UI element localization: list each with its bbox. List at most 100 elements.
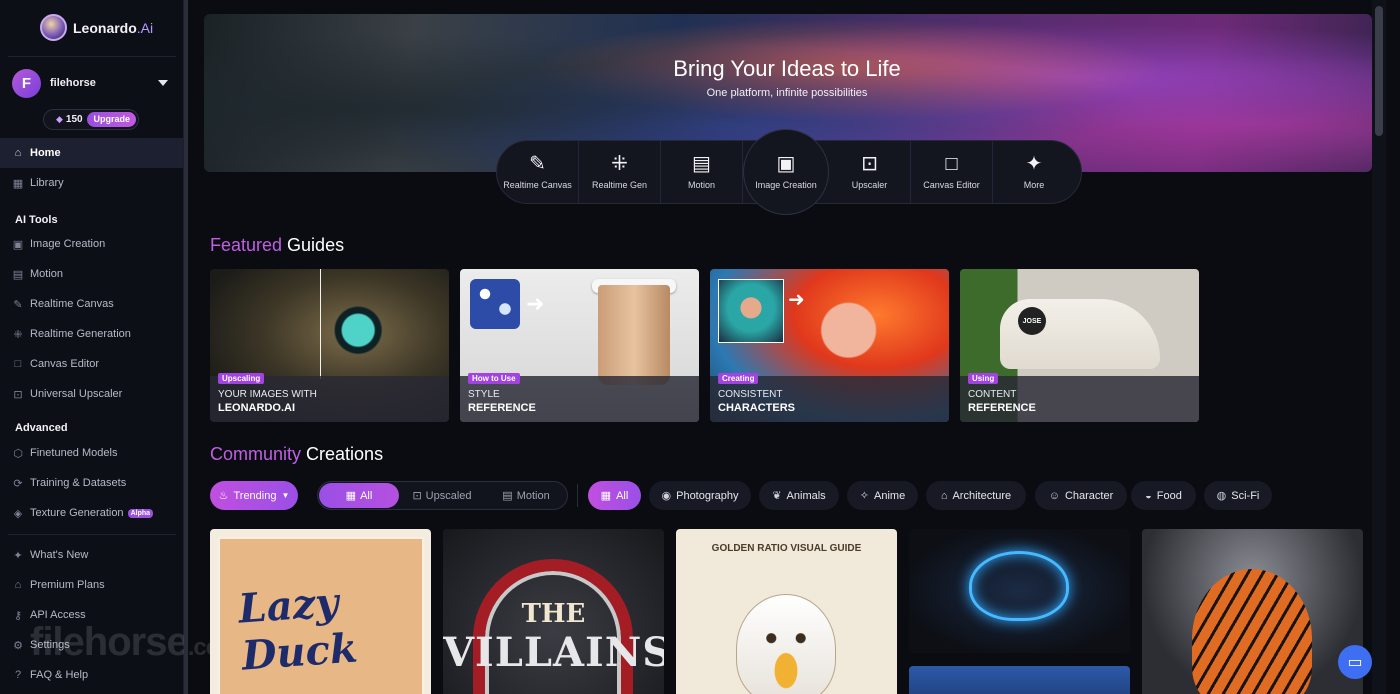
sidebar-item-texture-generation[interactable]: ◈ Texture Generation Alpha: [0, 498, 183, 528]
person-icon: ☺: [1048, 489, 1060, 502]
guide-line1: CONSISTENT: [718, 389, 783, 400]
upscaler-icon: ⊡: [861, 153, 878, 175]
brush-icon: ✎: [13, 298, 23, 311]
brand-logo[interactable]: Leonardo.Ai: [40, 14, 153, 41]
creation-card[interactable]: THE VILLAINS: [443, 529, 664, 694]
tool-upscaler[interactable]: ⊡ Upscaler: [829, 141, 911, 203]
token-balance[interactable]: ◆ 150 Upgrade: [43, 109, 139, 130]
tool-label: Canvas Editor: [923, 180, 980, 190]
guide-line2: REFERENCE: [468, 402, 536, 414]
tool-more[interactable]: ✦ More: [993, 141, 1075, 203]
upgrade-button[interactable]: Upgrade: [87, 112, 136, 127]
sidebar-item-label: Finetuned Models: [30, 447, 118, 459]
card-image: [1192, 569, 1312, 694]
card-image: [736, 594, 836, 694]
category-label: Anime: [874, 489, 906, 502]
sidebar-item-library[interactable]: ▦ Library: [0, 168, 183, 198]
segment-motion[interactable]: ▤ Motion: [486, 483, 566, 508]
tool-realtime-canvas[interactable]: ✎ Realtime Canvas: [497, 141, 579, 203]
category-food[interactable]: ◒ Food: [1131, 481, 1196, 510]
alien-icon: ◍: [1216, 490, 1227, 502]
guide-line2: REFERENCE: [968, 402, 1036, 414]
sidebar-item-training-datasets[interactable]: ⟳ Training & Datasets: [0, 468, 183, 498]
creation-card[interactable]: [909, 666, 1130, 694]
canvas-editor-icon: □: [945, 153, 958, 175]
sidebar-item-label: Texture Generation: [30, 507, 124, 519]
category-sci-fi[interactable]: ◍ Sci-Fi: [1204, 481, 1272, 510]
character-thumbnail: [718, 279, 784, 343]
category-animals[interactable]: ❦ Animals: [759, 481, 839, 510]
media-type-toggle: ▦ All ⊡ Upscaled ▤ Motion: [317, 481, 568, 510]
sort-dropdown[interactable]: ♨ Trending ▼: [210, 481, 298, 510]
tool-realtime-gen[interactable]: ⁜ Realtime Gen: [579, 141, 661, 203]
hero-title: Bring Your Ideas to Life: [673, 56, 901, 81]
guide-card-content-reference[interactable]: JOSE Using CONTENT REFERENCE: [960, 269, 1199, 422]
segment-all[interactable]: ▦ All: [319, 483, 399, 508]
category-character[interactable]: ☺ Character: [1035, 481, 1127, 510]
upscaler-icon: ⊡: [412, 490, 422, 502]
scrollbar-thumb[interactable]: [1375, 6, 1383, 136]
main-content: Bring Your Ideas to Life One platform, i…: [190, 0, 1386, 694]
community-creations-title: Community Creations: [210, 444, 384, 464]
user-menu[interactable]: F filehorse: [12, 68, 172, 98]
leonardo-logo-icon: [40, 14, 67, 41]
creation-card[interactable]: [1142, 529, 1363, 694]
sidebar-item-whats-new[interactable]: ✦ What's New: [0, 540, 183, 570]
tool-canvas-editor[interactable]: □ Canvas Editor: [911, 141, 993, 203]
grid-icon: ▦: [12, 177, 24, 190]
sidebar-item-motion[interactable]: ▤ Motion: [0, 259, 183, 289]
upscaler-icon: ⊡: [13, 388, 23, 401]
creation-card[interactable]: [909, 529, 1130, 653]
category-photography[interactable]: ◉ Photography: [649, 481, 751, 510]
image-icon: ▣: [12, 238, 24, 251]
sidebar-item-realtime-generation[interactable]: ⁜ Realtime Generation: [0, 319, 183, 349]
category-architecture[interactable]: ⌂ Architecture: [926, 481, 1026, 510]
guide-line1: STYLE: [468, 389, 500, 400]
main-scrollbar[interactable]: [1372, 0, 1386, 694]
category-label: Photography: [676, 489, 739, 502]
sidebar-item-realtime-canvas[interactable]: ✎ Realtime Canvas: [0, 289, 183, 319]
tool-image-creation[interactable]: ▣ Image Creation: [743, 129, 829, 215]
creation-card[interactable]: GOLDEN RATIO VISUAL GUIDE: [676, 529, 897, 694]
category-anime[interactable]: ✧ Anime: [847, 481, 918, 510]
category-label: All: [616, 489, 629, 502]
segment-label: Upscaled: [425, 489, 472, 502]
sidebar-item-finetuned-models[interactable]: ⬡ Finetuned Models: [0, 438, 183, 468]
sidebar-item-home[interactable]: ⌂ Home: [0, 138, 183, 168]
sidebar-item-label: Training & Datasets: [30, 477, 127, 489]
card-artwork-text: THE: [521, 599, 586, 629]
section-title-advanced: Advanced: [15, 422, 68, 434]
sidebar-item-label: Realtime Generation: [30, 328, 131, 340]
sidebar-item-universal-upscaler[interactable]: ⊡ Universal Upscaler: [0, 379, 183, 409]
sidebar-scrollbar[interactable]: [184, 0, 188, 694]
category-all[interactable]: ▦ All: [588, 481, 641, 510]
arrow-right-icon: ➜: [526, 291, 545, 316]
category-label: Sci-Fi: [1231, 489, 1260, 502]
creation-card[interactable]: Lazy Duck: [210, 529, 431, 694]
tool-motion[interactable]: ▤ Motion: [661, 141, 743, 203]
film-icon: ▤: [502, 490, 513, 502]
gear-icon: ⚙: [13, 639, 23, 652]
sort-label: Trending: [233, 489, 277, 502]
sneaker-patch: JOSE: [1018, 307, 1046, 335]
segment-upscaled[interactable]: ⊡ Upscaled: [402, 483, 482, 508]
guide-tag: How to Use: [468, 373, 520, 384]
sidebar-item-label: Library: [30, 177, 64, 189]
sidebar-item-premium-plans[interactable]: ⌂ Premium Plans: [0, 570, 183, 600]
sidebar-item-label: FAQ & Help: [30, 669, 89, 681]
guide-card-style-reference[interactable]: ➜ How to Use STYLE REFERENCE: [460, 269, 699, 422]
sidebar-item-image-creation[interactable]: ▣ Image Creation: [0, 229, 183, 259]
flame-icon: ♨: [218, 490, 229, 502]
category-label: Character: [1064, 489, 1114, 502]
chevron-down-icon[interactable]: [158, 80, 168, 86]
chat-support-button[interactable]: ▭: [1338, 645, 1372, 679]
hero-subtitle: One platform, infinite possibilities: [706, 87, 868, 99]
guide-card-consistent-characters[interactable]: ➜ Creating CONSISTENT CHARACTERS: [710, 269, 949, 422]
texture-icon: ◈: [13, 507, 23, 520]
sidebar-item-canvas-editor[interactable]: □ Canvas Editor: [0, 349, 183, 379]
sidebar-item-label: Canvas Editor: [30, 358, 100, 370]
film-icon: ▤: [12, 268, 24, 281]
building-icon: ⌂: [14, 579, 22, 591]
divider: [8, 534, 176, 535]
guide-card-upscaling[interactable]: Upscaling YOUR IMAGES WITH LEONARDO.AI: [210, 269, 449, 422]
